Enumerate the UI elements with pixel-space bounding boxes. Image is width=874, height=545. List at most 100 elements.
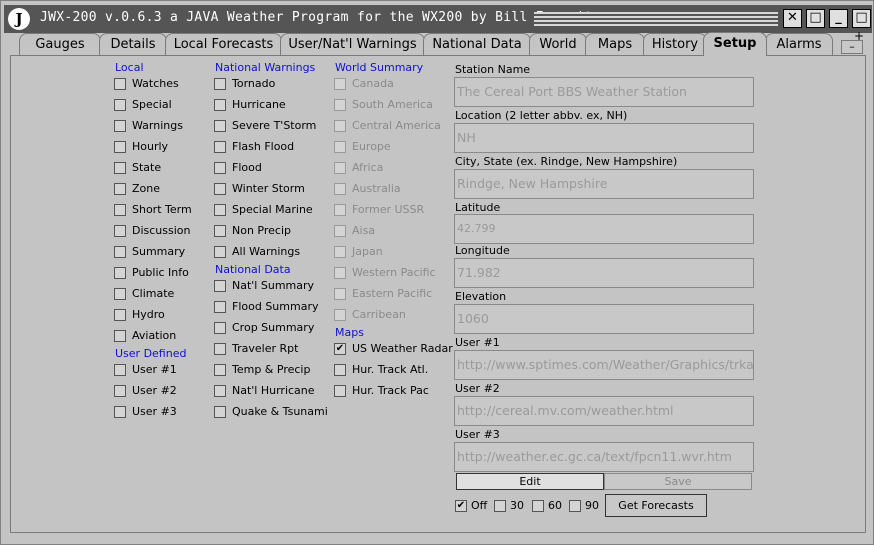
checkbox-box[interactable] [214, 322, 226, 334]
checkbox-box[interactable] [214, 364, 226, 376]
checkbox-box[interactable]: ✔ [334, 343, 346, 355]
city-state-field[interactable]: Rindge, New Hampshire [454, 169, 754, 199]
checkbox-box[interactable] [334, 309, 346, 321]
close-button[interactable]: ✕ [783, 9, 802, 28]
checkbox-box[interactable] [114, 385, 126, 397]
tab-maps[interactable]: Maps [585, 33, 645, 55]
checkbox-box[interactable]: ✔ [455, 500, 467, 512]
checkbox-label: Africa [352, 161, 384, 174]
checkbox-box[interactable] [114, 288, 126, 300]
tab-alarms[interactable]: Alarms [765, 33, 833, 55]
world-summary-header: World Summary [335, 61, 424, 74]
maximize-button[interactable]: □ [852, 9, 871, 28]
checkbox-box[interactable] [334, 267, 346, 279]
elevation-label: Elevation [455, 290, 507, 303]
latitude-field[interactable]: 42.799 [454, 214, 754, 244]
checkbox-box[interactable] [334, 225, 346, 237]
checkbox-box[interactable] [214, 301, 226, 313]
edit-button[interactable]: Edit [456, 473, 604, 490]
checkbox-box[interactable] [114, 246, 126, 258]
user3-url-field[interactable]: http://weather.ec.gc.ca/text/fpcn11.wvr.… [454, 442, 754, 472]
checkbox-box[interactable] [334, 183, 346, 195]
checkbox-box[interactable] [214, 225, 226, 237]
checkbox-label: Japan [352, 245, 383, 258]
checkbox-box[interactable] [114, 267, 126, 279]
checkbox-box[interactable] [114, 309, 126, 321]
checkbox-box[interactable] [214, 99, 226, 111]
tab-gauges[interactable]: Gauges [19, 33, 101, 55]
checkbox-box[interactable] [114, 99, 126, 111]
checkbox-box[interactable] [114, 364, 126, 376]
window-title: JWX-200 v.0.6.3 a JAVA Weather Program f… [40, 10, 601, 25]
checkbox-label: Short Term [132, 203, 192, 216]
station-name-label: Station Name [455, 63, 531, 76]
checkbox-label: Public Info [132, 266, 189, 279]
checkbox-box[interactable] [214, 280, 226, 292]
checkbox-box[interactable] [214, 183, 226, 195]
checkbox-box[interactable] [214, 204, 226, 216]
checkbox-box[interactable] [334, 162, 346, 174]
checkbox-label: Non Precip [232, 224, 292, 237]
checkbox-box[interactable] [214, 406, 226, 418]
checkbox-box[interactable] [334, 120, 346, 132]
checkbox-box[interactable] [334, 364, 346, 376]
checkbox-box[interactable] [494, 500, 506, 512]
get-forecasts-button[interactable]: Get Forecasts [605, 494, 707, 517]
checkbox-label: Tornado [232, 77, 276, 90]
checkbox-label: User #3 [132, 405, 177, 418]
elevation-field[interactable]: 1060 [454, 304, 754, 334]
checkbox-box[interactable] [214, 78, 226, 90]
checkbox-box[interactable] [114, 225, 126, 237]
tab-local-forecasts[interactable]: Local Forecasts [165, 33, 282, 55]
checkbox-box[interactable] [114, 141, 126, 153]
tab-details[interactable]: Details [99, 33, 167, 55]
checkbox-box[interactable] [114, 183, 126, 195]
checkbox-box[interactable] [214, 343, 226, 355]
tab-national-data[interactable]: National Data [423, 33, 531, 55]
tab-user-natl-warnings[interactable]: User/Nat'l Warnings [280, 33, 425, 55]
checkbox-box[interactable] [214, 120, 226, 132]
minimize-button[interactable]: _ [829, 9, 848, 28]
checkbox-box[interactable] [334, 385, 346, 397]
checkbox-box[interactable] [532, 500, 544, 512]
checkbox-box[interactable] [114, 120, 126, 132]
tab-world[interactable]: World [529, 33, 587, 55]
checkbox-box[interactable] [214, 246, 226, 258]
checkbox-box[interactable] [114, 204, 126, 216]
save-button[interactable]: Save [604, 473, 752, 490]
checkbox-box[interactable] [114, 162, 126, 174]
checkbox-box[interactable] [334, 141, 346, 153]
user1-url-field[interactable]: http://www.sptimes.com/Weather/Graphics/… [454, 350, 754, 380]
checkbox-label: Flood Summary [232, 300, 319, 313]
restore-button[interactable]: □ [806, 9, 825, 28]
user1-label: User #1 [455, 336, 500, 349]
national-warnings-header: National Warnings [215, 61, 316, 74]
checkbox-label: User #1 [132, 363, 177, 376]
checkbox-box[interactable] [214, 141, 226, 153]
tab-setup[interactable]: Setup [703, 32, 767, 56]
station-name-field[interactable]: The Cereal Port BBS Weather Station [454, 77, 754, 107]
checkbox-label: Western Pacific [352, 266, 436, 279]
checkbox-box[interactable] [334, 246, 346, 258]
tab-scroll-right-button[interactable]: + [852, 30, 866, 42]
title-bar[interactable]: J JWX-200 v.0.6.3 a JAVA Weather Program… [4, 5, 872, 33]
checkbox-box[interactable] [214, 162, 226, 174]
checkbox-label: All Warnings [232, 245, 301, 258]
longitude-field[interactable]: 71.982 [454, 258, 754, 288]
checkbox-label: Canada [352, 77, 394, 90]
checkbox-box[interactable] [334, 78, 346, 90]
checkbox-box[interactable] [334, 99, 346, 111]
title-grip [534, 12, 778, 26]
checkbox-box[interactable] [334, 204, 346, 216]
tab-history[interactable]: History [643, 33, 707, 55]
user3-label: User #3 [455, 428, 500, 441]
checkbox-box[interactable] [114, 78, 126, 90]
user2-url-field[interactable]: http://cereal.mv.com/weather.html [454, 396, 754, 426]
checkbox-box[interactable] [334, 288, 346, 300]
city-state-label: City, State (ex. Rindge, New Hampshire) [455, 155, 678, 168]
checkbox-box[interactable] [114, 330, 126, 342]
checkbox-box[interactable] [114, 406, 126, 418]
location-field[interactable]: NH [454, 123, 754, 153]
checkbox-box[interactable] [569, 500, 581, 512]
checkbox-box[interactable] [214, 385, 226, 397]
